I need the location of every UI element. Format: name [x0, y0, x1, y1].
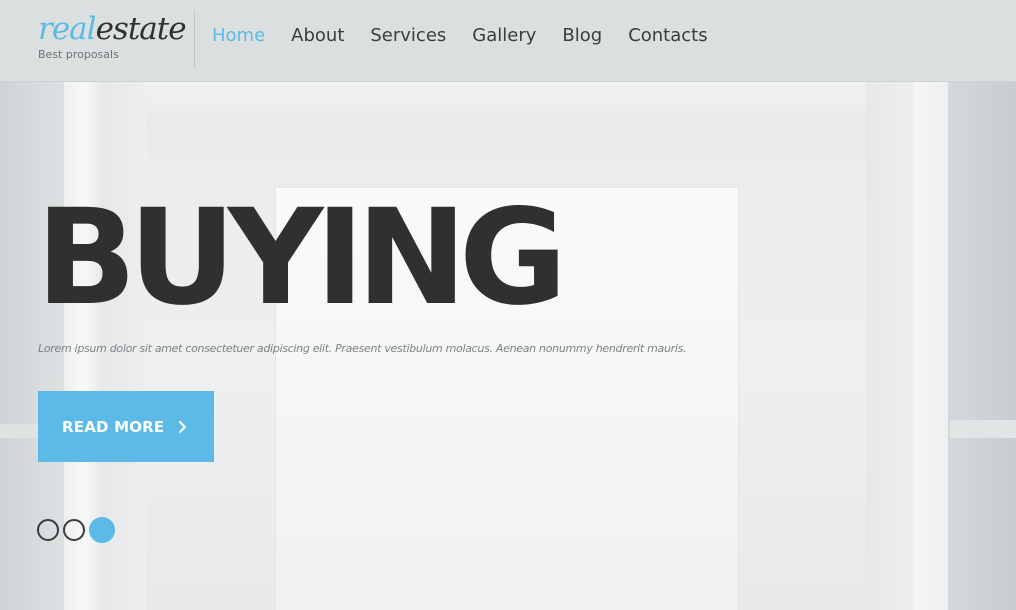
nav-item-gallery[interactable]: Gallery [472, 25, 536, 46]
main-nav: Home About Services Gallery Blog Contact… [212, 20, 734, 50]
nav-item-services[interactable]: Services [370, 25, 446, 46]
slider-dot-2[interactable] [63, 519, 85, 541]
bg-right-pillar-inner [866, 82, 916, 610]
slider-dot-3[interactable] [89, 517, 115, 543]
hero-subtitle: Lorem ipsum dolor sit amet consectetuer … [38, 342, 687, 355]
nav-item-blog[interactable]: Blog [562, 25, 602, 46]
brand-name: realestate [38, 10, 188, 48]
read-more-label: READ MORE [62, 417, 165, 436]
page: realestate Best proposals Home About Ser… [0, 0, 1016, 610]
bg-right-ledge [950, 420, 1016, 438]
brand-logo[interactable]: realestate Best proposals [38, 10, 188, 70]
brand-tagline: Best proposals [38, 48, 119, 61]
bg-ceiling [146, 82, 886, 122]
nav-item-home[interactable]: Home [212, 25, 265, 46]
header-divider [194, 10, 195, 68]
read-more-button[interactable]: READ MORE [38, 391, 214, 462]
site-header: realestate Best proposals Home About Ser… [0, 0, 1016, 82]
brand-name-main: estate [95, 11, 187, 47]
nav-item-contacts[interactable]: Contacts [628, 25, 707, 46]
chevron-right-icon [178, 420, 187, 434]
nav-item-about[interactable]: About [291, 25, 344, 46]
brand-name-accent: real [38, 11, 97, 47]
hero-title: BUYING [36, 181, 567, 335]
bg-right-pillar [914, 82, 948, 610]
bg-right-wall [948, 82, 1016, 610]
slider-dot-1[interactable] [37, 519, 59, 541]
slider-pagination [37, 517, 119, 543]
